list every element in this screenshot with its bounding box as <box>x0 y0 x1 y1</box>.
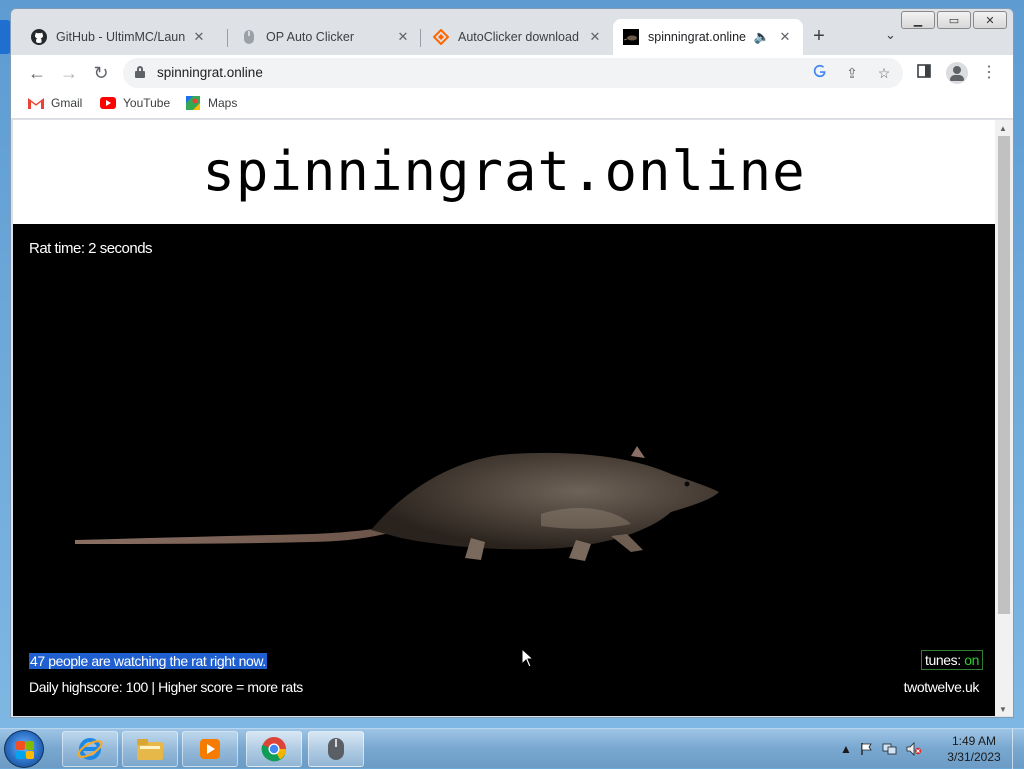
network-icon[interactable] <box>882 742 898 756</box>
windows-logo-icon <box>16 741 34 759</box>
system-tray: ▲ <box>840 731 922 767</box>
tab-title: GitHub - UltimMC/Launcher <box>56 30 185 44</box>
tab-title: AutoClicker download | SourceForge.net <box>458 30 581 44</box>
gmail-icon <box>28 96 44 110</box>
menu-icon[interactable]: ⋮ <box>977 61 1001 85</box>
mouse-icon <box>241 29 257 45</box>
side-panel-icon[interactable] <box>912 61 936 85</box>
bookmark-label: Maps <box>208 96 238 110</box>
bookmark-maps[interactable]: Maps <box>185 96 237 110</box>
taskbar-chrome[interactable] <box>246 731 302 767</box>
forward-button[interactable]: → <box>57 61 81 85</box>
youtube-icon <box>100 96 116 110</box>
bookmarks-bar: Gmail YouTube Maps <box>11 91 1013 119</box>
clock-date: 3/31/2023 <box>947 750 1001 764</box>
chevron-down-icon[interactable]: ⌄ <box>885 27 896 43</box>
address-bar[interactable]: spinningrat.online ⇪ ☆ <box>123 58 903 88</box>
taskbar-internet-explorer[interactable] <box>62 731 118 767</box>
tab-spinningrat[interactable]: spinningrat.online 🔈 ✕ <box>613 19 803 55</box>
google-icon[interactable] <box>809 62 831 84</box>
maps-icon <box>185 96 201 110</box>
show-hidden-icons-icon[interactable]: ▲ <box>840 742 852 756</box>
start-button[interactable] <box>4 730 44 768</box>
volume-muted-icon[interactable] <box>906 742 922 756</box>
rat-stage[interactable]: Rat time: 2 seconds 47 people are watchi… <box>13 224 995 716</box>
url-text[interactable]: spinningrat.online <box>157 65 263 80</box>
media-player-icon <box>200 739 220 759</box>
credit-link[interactable]: twotwelve.uk <box>904 679 980 695</box>
tab-autoclicker-sourceforge[interactable]: AutoClicker download | SourceForge.net ✕ <box>423 19 613 55</box>
new-tab-button[interactable]: + <box>807 25 831 49</box>
tunes-label: tunes: <box>924 652 961 668</box>
system-clock[interactable]: 1:49 AM 3/31/2023 <box>942 733 1006 765</box>
chrome-icon <box>261 737 286 762</box>
scroll-thumb[interactable] <box>998 136 1010 614</box>
tunes-toggle[interactable]: tunes: on <box>920 650 983 670</box>
profile-avatar[interactable] <box>946 62 968 84</box>
close-tab-icon[interactable]: ✕ <box>587 29 603 45</box>
bookmark-gmail[interactable]: Gmail <box>28 96 82 110</box>
tab-title: OP Auto Clicker <box>266 30 355 44</box>
scroll-up-arrow-icon[interactable]: ▲ <box>999 124 1007 133</box>
toolbar: ← → ↻ spinningrat.online ⇪ ☆ ⋮ <box>11 55 1013 91</box>
viewer-count-text: 47 people are watching the rat right now… <box>29 653 267 669</box>
bookmark-label: Gmail <box>51 96 83 110</box>
show-desktop-button[interactable] <box>1012 729 1024 769</box>
taskbar: ▲ 1:49 AM 3/31/2023 <box>0 728 1024 769</box>
speaker-icon[interactable]: 🔈 <box>753 29 771 45</box>
star-icon[interactable]: ☆ <box>873 62 895 84</box>
page-viewport: spinningrat.online Rat time: 2 seconds 4… <box>13 120 995 716</box>
back-button[interactable]: ← <box>25 61 49 85</box>
tab-separator <box>227 29 228 47</box>
clock-time: 1:49 AM <box>951 734 997 748</box>
reload-button[interactable]: ↻ <box>89 61 113 85</box>
tab-op-auto-clicker[interactable]: OP Auto Clicker ✕ <box>231 19 421 55</box>
tab-strip: GitHub - UltimMC/Launcher ✕ OP Auto Clic… <box>11 19 1013 55</box>
rat-time-counter: Rat time: 2 seconds <box>29 240 153 257</box>
chrome-window: ▁ ▭ ✕ GitHub - UltimMC/Launcher ✕ OP Aut… <box>10 8 1014 718</box>
site-favicon <box>623 29 639 45</box>
close-tab-icon[interactable]: ✕ <box>777 29 793 45</box>
bookmark-label: YouTube <box>123 96 171 110</box>
github-icon <box>31 29 47 45</box>
tab-github[interactable]: GitHub - UltimMC/Launcher ✕ <box>21 19 217 55</box>
tab-title: spinningrat.online <box>648 30 746 44</box>
taskbar-file-explorer[interactable] <box>122 731 178 767</box>
action-center-flag-icon[interactable] <box>860 742 874 756</box>
highscore-text: Daily highscore: 100 | Higher score = mo… <box>29 679 303 695</box>
vertical-scrollbar[interactable]: ▲ ▼ <box>995 120 1013 716</box>
bookmark-youtube[interactable]: YouTube <box>100 96 170 110</box>
close-tab-icon[interactable]: ✕ <box>191 29 207 45</box>
lock-icon[interactable] <box>135 66 145 78</box>
tab-separator <box>420 29 421 47</box>
mouse-cursor-icon <box>521 648 535 668</box>
sourceforge-icon <box>433 29 449 45</box>
taskbar-media-player[interactable] <box>182 731 238 767</box>
spinning-rat-image <box>75 446 719 561</box>
internet-explorer-icon <box>77 738 103 760</box>
folder-icon <box>137 739 163 760</box>
taskbar-op-auto-clicker[interactable] <box>308 731 364 767</box>
tunes-state[interactable]: on <box>964 652 979 668</box>
scroll-down-arrow-icon[interactable]: ▼ <box>999 705 1007 714</box>
close-tab-icon[interactable]: ✕ <box>395 29 411 45</box>
mouse-icon <box>328 738 344 760</box>
page-title: spinningrat.online <box>202 140 806 203</box>
share-icon[interactable]: ⇪ <box>841 62 863 84</box>
